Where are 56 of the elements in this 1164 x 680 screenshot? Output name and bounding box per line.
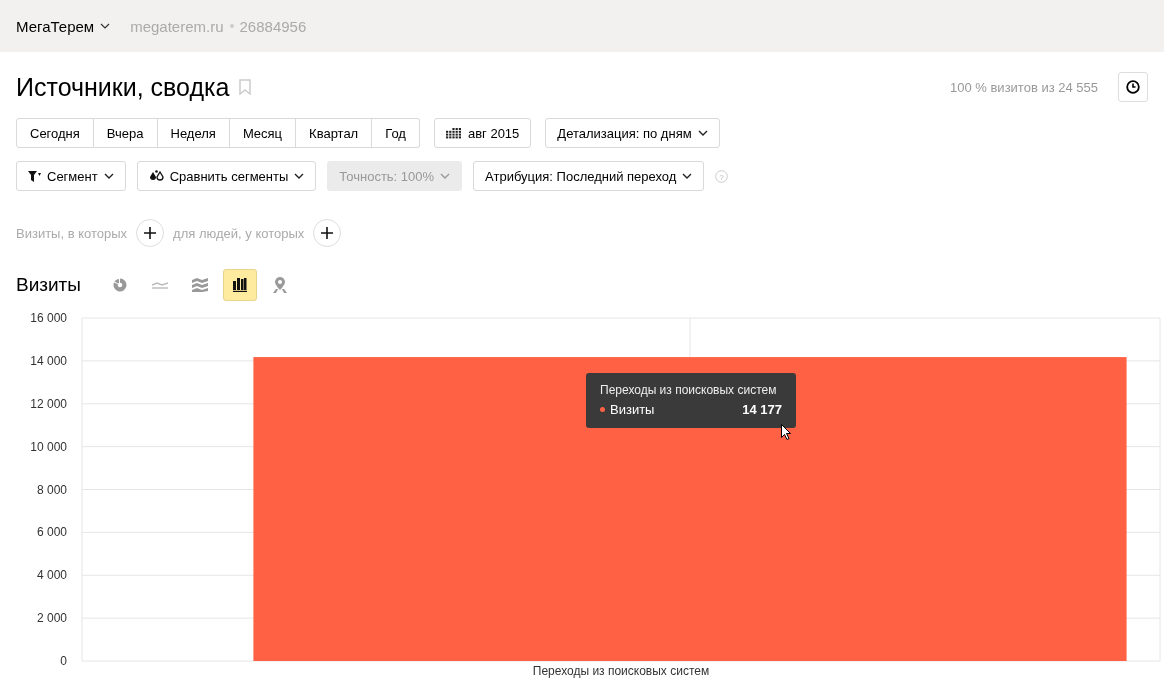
add-condition-button[interactable] [313,219,342,247]
y-axis-label: 10 000 [30,439,67,454]
chevron-down-icon [697,130,708,136]
chevron-down-icon [100,23,111,29]
history-button[interactable] [1118,72,1148,102]
plus-icon [144,227,157,239]
chevron-down-icon [294,173,305,179]
y-axis-label: 0 [60,654,67,668]
tooltip-title: Переходы из поисковых систем [600,383,778,397]
period-tab[interactable]: Сегодня [16,118,94,148]
filter-dropdown[interactable]: Сравнить сегменты [136,161,317,191]
filter-icon [28,170,41,182]
y-axis-label: 6 000 [36,525,67,540]
y-axis-label: 8 000 [36,482,67,497]
period-tab[interactable]: Год [372,118,420,148]
page-title: Источники, сводка [16,72,230,102]
calendar-icon [445,127,462,139]
y-axis-label: 2 000 [36,611,67,626]
x-axis-label: Переходы из поисковых систем [532,664,710,678]
bar-chart-icon [233,278,247,292]
filter-dropdown[interactable]: Атрибуция: Последний переход [473,161,705,191]
chart-type-button[interactable] [223,269,257,301]
detail-dropdown[interactable]: Детализация: по дням [545,118,720,148]
add-condition-button[interactable] [136,219,165,247]
line-chart-icon [152,281,168,289]
period-tab[interactable]: Неделя [157,118,230,148]
drops-icon [148,170,164,182]
counter-id: 26884956 [239,17,307,35]
sample-info: 100 % визитов из 24 555 [950,79,1098,95]
period-tab[interactable]: Квартал [296,118,373,148]
y-axis-label: 4 000 [36,568,67,583]
y-axis-label: 14 000 [30,353,67,368]
separator-dot [229,24,234,28]
chevron-down-icon [103,173,114,179]
period-tab[interactable]: Месяц [229,118,297,148]
area-chart-icon [192,278,208,292]
chart-title: Визиты [16,274,81,296]
filter-dropdown[interactable]: Сегмент [16,161,126,191]
pie-chart-icon [113,278,127,292]
mouse-pointer-icon [781,424,792,440]
plus-icon [321,227,334,239]
clock-icon [1126,80,1140,94]
account-dropdown[interactable]: МегаТерем [16,17,111,35]
tooltip-value: 14 177 [742,402,782,417]
y-axis-label: 12 000 [30,396,67,411]
y-axis-label: 16 000 [30,311,67,325]
condition-label: Визиты, в которых [16,225,128,241]
bar[interactable] [253,357,1127,661]
date-button[interactable]: авг 2015 [433,118,532,148]
chevron-down-icon [682,173,693,179]
condition-label: для людей, у которых [173,225,305,241]
map-pin-icon [273,277,287,293]
chevron-down-icon [440,173,451,179]
tooltip-series: Визиты [610,402,656,417]
site-domain: megaterem.ru [130,17,224,35]
period-tab[interactable]: Вчера [93,118,158,148]
